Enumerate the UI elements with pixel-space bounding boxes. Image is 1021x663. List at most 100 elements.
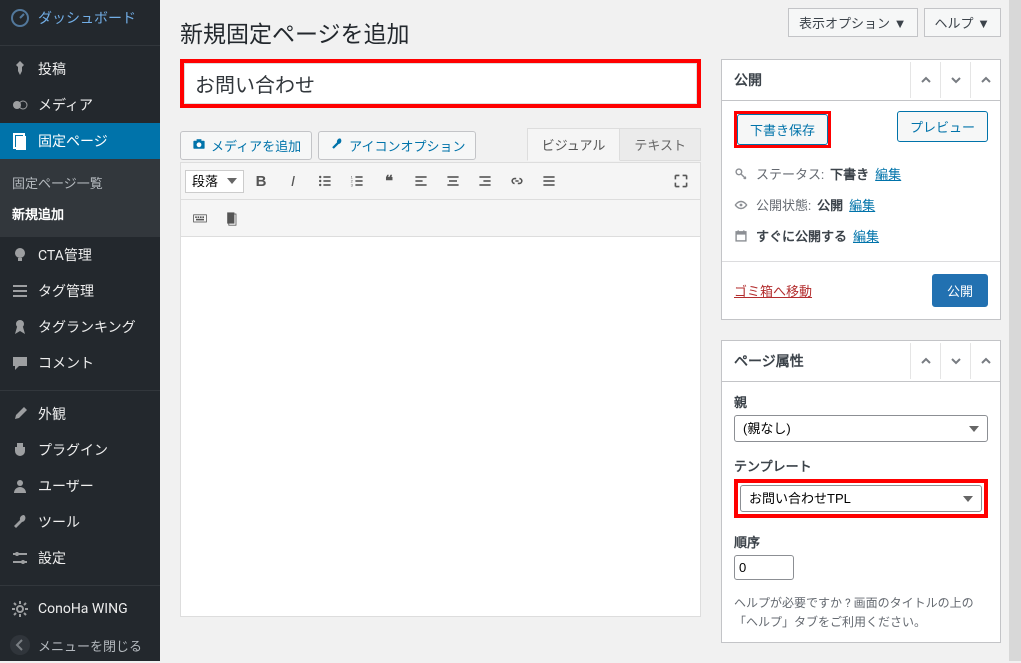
post-title-input[interactable] <box>184 63 697 104</box>
add-media-label: メディアを追加 <box>211 136 301 155</box>
sidebar-item-tools[interactable]: ツール <box>0 504 160 540</box>
sidebar-item-posts[interactable]: 投稿 <box>0 51 160 87</box>
collapse-icon <box>10 635 30 655</box>
toggle-toolbar-button[interactable] <box>217 204 247 232</box>
edit-visibility-link[interactable]: 編集 <box>849 195 875 214</box>
sidebar-sub-add[interactable]: 新規追加 <box>0 198 160 229</box>
sidebar-item-conoha[interactable]: ConoHa WING <box>0 591 160 627</box>
page-icon <box>10 131 30 151</box>
sidebar-label: タグ管理 <box>38 281 94 301</box>
status-value: 下書き <box>830 164 869 183</box>
status-label: ステータス: <box>756 164 824 183</box>
sidebar-item-comments[interactable]: コメント <box>0 345 160 381</box>
fullscreen-button[interactable] <box>666 167 696 195</box>
save-draft-button[interactable]: 下書き保存 <box>737 114 828 145</box>
page-attributes-box: ページ属性 親 (親なし) テンプレート <box>721 340 1001 643</box>
move-up-button[interactable] <box>910 62 940 98</box>
add-media-button[interactable]: メディアを追加 <box>180 131 312 160</box>
parent-label: 親 <box>734 392 988 411</box>
sidebar-label: 固定ページ <box>38 131 108 151</box>
editor-toolbar-row1: 段落 B I 123 ❝ <box>180 162 701 200</box>
gear-icon <box>10 599 30 619</box>
plug-icon <box>10 440 30 460</box>
sidebar-label: 投稿 <box>38 59 66 79</box>
bullet-list-button[interactable] <box>310 167 340 195</box>
bold-button[interactable]: B <box>246 167 276 195</box>
sidebar-item-appearance[interactable]: 外観 <box>0 396 160 432</box>
settings-icon <box>10 548 30 568</box>
sidebar-item-dashboard[interactable]: ダッシュボード <box>0 0 160 36</box>
parent-select[interactable]: (親なし) <box>734 415 988 442</box>
move-down-button[interactable] <box>940 343 970 379</box>
sidebar-label: ConoHa WING <box>38 601 128 617</box>
sidebar-item-settings[interactable]: 設定 <box>0 540 160 576</box>
italic-button[interactable]: I <box>278 167 308 195</box>
collapse-menu[interactable]: メニューを閉じる <box>0 627 160 663</box>
save-draft-highlight: 下書き保存 <box>734 111 831 148</box>
sidebar-item-pages[interactable]: 固定ページ <box>0 123 160 159</box>
calendar-icon <box>734 229 750 243</box>
template-highlight: お問い合わせTPL <box>734 479 988 518</box>
comment-icon <box>10 353 30 373</box>
publish-button[interactable]: 公開 <box>932 274 988 307</box>
bulb-icon <box>10 245 30 265</box>
sidebar-label: ユーザー <box>38 476 94 496</box>
sidebar-label: メディア <box>38 95 93 115</box>
svg-text:3: 3 <box>351 183 354 188</box>
sidebar-label: プラグイン <box>38 440 108 460</box>
sidebar-label: CTA管理 <box>38 245 92 265</box>
sidebar-label: 設定 <box>38 548 66 568</box>
toggle-panel-button[interactable] <box>970 62 1000 98</box>
publish-box-title: 公開 <box>722 60 774 100</box>
sidebar-label: ツール <box>38 512 80 532</box>
edit-status-link[interactable]: 編集 <box>875 164 901 183</box>
key-icon <box>734 167 750 181</box>
template-label: テンプレート <box>734 456 988 475</box>
sidebar-item-plugins[interactable]: プラグイン <box>0 432 160 468</box>
align-left-button[interactable] <box>406 167 436 195</box>
move-down-button[interactable] <box>940 62 970 98</box>
wrench-icon <box>329 136 345 155</box>
pin-icon <box>10 59 30 79</box>
visibility-icon <box>734 198 750 212</box>
toggle-panel-button[interactable] <box>970 343 1000 379</box>
sidebar-item-ranking[interactable]: タグランキング <box>0 309 160 345</box>
sidebar-item-media[interactable]: メディア <box>0 87 160 123</box>
screen-options-button[interactable]: 表示オプション ▼ <box>788 8 917 37</box>
tab-text[interactable]: テキスト <box>620 128 701 161</box>
sidebar-item-users[interactable]: ユーザー <box>0 468 160 504</box>
format-select[interactable]: 段落 <box>185 170 244 193</box>
icon-options-label: アイコンオプション <box>349 136 465 155</box>
list-icon <box>10 281 30 301</box>
sidebar-label: タグランキング <box>38 317 136 337</box>
sidebar-submenu: 固定ページ一覧 新規追加 <box>0 159 160 237</box>
editor-toolbar-row2 <box>180 200 701 237</box>
sidebar-sub-list[interactable]: 固定ページ一覧 <box>0 167 160 198</box>
editor-content[interactable] <box>180 237 701 617</box>
admin-sidebar: ダッシュボード 投稿 メディア 固定ページ 固定ページ一覧 新規追加 CTA管理… <box>0 0 160 661</box>
sidebar-item-tags[interactable]: タグ管理 <box>0 273 160 309</box>
order-input[interactable] <box>734 555 794 580</box>
wrench-icon <box>10 512 30 532</box>
help-button[interactable]: ヘルプ ▼ <box>924 8 1001 37</box>
move-to-trash-link[interactable]: ゴミ箱へ移動 <box>734 281 812 300</box>
user-icon <box>10 476 30 496</box>
collapse-label: メニューを閉じる <box>38 636 142 655</box>
template-select[interactable]: お問い合わせTPL <box>740 485 982 512</box>
more-button[interactable] <box>534 167 564 195</box>
tab-visual[interactable]: ビジュアル <box>527 128 621 161</box>
number-list-button[interactable]: 123 <box>342 167 372 195</box>
keyboard-button[interactable] <box>185 204 215 232</box>
move-up-button[interactable] <box>910 343 940 379</box>
edit-schedule-link[interactable]: 編集 <box>853 226 879 245</box>
align-center-button[interactable] <box>438 167 468 195</box>
sidebar-item-cta[interactable]: CTA管理 <box>0 237 160 273</box>
align-right-button[interactable] <box>470 167 500 195</box>
icon-options-button[interactable]: アイコンオプション <box>318 131 476 160</box>
sidebar-label: コメント <box>38 353 94 373</box>
link-button[interactable] <box>502 167 532 195</box>
preview-button[interactable]: プレビュー <box>897 111 988 142</box>
attributes-help-text: ヘルプが必要ですか ? 画面のタイトルの上の「ヘルプ」タブをご利用ください。 <box>734 594 988 632</box>
quote-button[interactable]: ❝ <box>374 167 404 195</box>
dashboard-icon <box>10 8 30 28</box>
